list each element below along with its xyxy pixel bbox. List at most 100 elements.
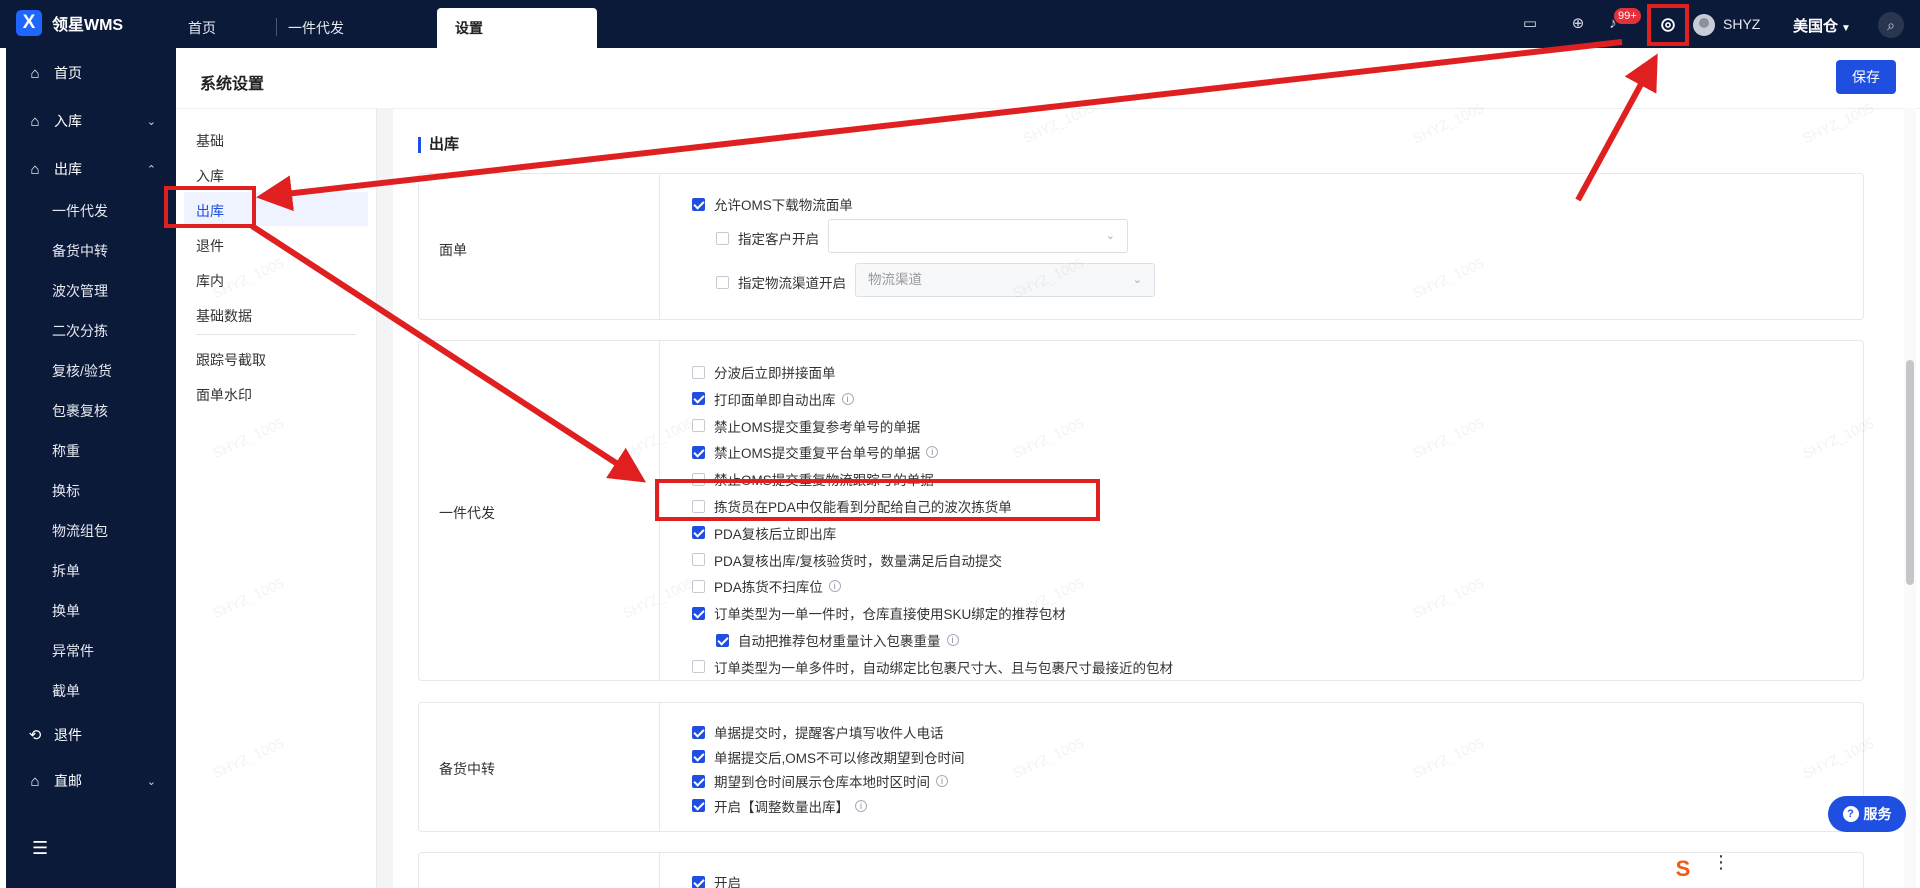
- specify-customer-option[interactable]: 指定客户开启: [716, 228, 819, 248]
- checkbox[interactable]: [692, 750, 705, 763]
- sidebar-item-home[interactable]: ⌂ 首页: [6, 58, 176, 88]
- sidebar-sub-transfer[interactable]: 备货中转: [52, 241, 108, 261]
- service-button[interactable]: ? 服务: [1828, 796, 1906, 832]
- panel-label: 备货中转: [439, 761, 495, 777]
- chevron-up-icon: ⌃: [146, 163, 156, 176]
- chevron-down-icon: ⌄: [1132, 274, 1142, 286]
- sidebar-sub-wave[interactable]: 波次管理: [52, 281, 108, 301]
- settings-menu-basic[interactable]: 基础: [196, 131, 224, 151]
- option-row[interactable]: 禁止OMS提交重复平台单号的单据 i: [692, 442, 939, 462]
- sidebar-sub-sort[interactable]: 二次分拣: [52, 321, 108, 341]
- sogou-input-icon[interactable]: S: [1668, 854, 1698, 884]
- sidebar-sub-exception[interactable]: 异常件: [52, 641, 94, 661]
- option-label: 指定物流渠道开启: [738, 276, 846, 291]
- user-name[interactable]: SHYZ: [1723, 16, 1760, 32]
- sidebar-item-direct-mail[interactable]: ⌂ 直邮 ⌄: [6, 766, 176, 796]
- settings-menu-basic-data[interactable]: 基础数据: [196, 306, 252, 326]
- settings-menu-label-watermark[interactable]: 面单水印: [196, 385, 252, 405]
- checkbox[interactable]: [692, 660, 705, 674]
- enable-option[interactable]: 开启: [692, 872, 741, 888]
- direct-mail-icon: ⌂: [30, 772, 40, 790]
- collapse-menu-icon[interactable]: ☰: [32, 838, 48, 859]
- checkbox[interactable]: [692, 553, 705, 567]
- sidebar-sub-swap[interactable]: 换单: [52, 601, 80, 621]
- sidebar-sub-review[interactable]: 复核/验货: [52, 361, 112, 381]
- sidebar-sub-split[interactable]: 拆单: [52, 561, 80, 581]
- checkbox[interactable]: [692, 799, 705, 812]
- option-row[interactable]: 打印面单即自动出库 i: [692, 389, 854, 409]
- sidebar-sub-relabel[interactable]: 换标: [52, 481, 80, 501]
- option-label: 打印面单即自动出库: [714, 392, 836, 408]
- specify-channel-option[interactable]: 指定物流渠道开启: [716, 272, 846, 292]
- option-row[interactable]: 开启【调整数量出库】 i: [692, 796, 867, 816]
- sidebar-item-label: 出库: [54, 161, 82, 177]
- scrollbar-thumb[interactable]: [1906, 360, 1914, 585]
- checkbox[interactable]: [692, 392, 705, 406]
- avatar[interactable]: [1693, 14, 1715, 36]
- tab-settings[interactable]: 设置: [437, 8, 597, 48]
- option-row[interactable]: PDA复核后立即出库: [692, 523, 836, 543]
- option-label: 开启【调整数量出库】: [714, 799, 849, 815]
- option-label: 分波后立即拼接面单: [714, 366, 836, 381]
- checkbox[interactable]: [692, 365, 705, 379]
- channel-select[interactable]: 物流渠道 ⌄: [855, 263, 1155, 297]
- warehouse-selector[interactable]: 美国仓 ▼: [1793, 15, 1851, 36]
- save-button[interactable]: 保存: [1836, 60, 1896, 94]
- tab-home[interactable]: 首页: [170, 8, 270, 48]
- tab-dropship[interactable]: 一件代发: [270, 8, 390, 48]
- option-row[interactable]: 自动把推荐包材重量计入包裹重量 i: [716, 630, 959, 650]
- search-icon[interactable]: ⌕: [1878, 12, 1904, 38]
- option-row[interactable]: PDA拣货不扫库位 i: [692, 576, 841, 596]
- sidebar-item-returns[interactable]: ⟲ 退件: [6, 720, 176, 750]
- chevron-down-icon: ⌄: [1105, 230, 1115, 242]
- inbox-icon[interactable]: ▭: [1520, 14, 1540, 34]
- sidebar-item-inbound[interactable]: ⌂ 入库 ⌄: [6, 106, 176, 136]
- settings-menu-inbound[interactable]: 入库: [196, 166, 224, 186]
- sidebar-sub-intercept[interactable]: 截单: [52, 681, 80, 701]
- panel-divider: [659, 853, 660, 888]
- gear-icon: [1661, 18, 1675, 32]
- settings-menu-tracking-trim[interactable]: 跟踪号截取: [196, 350, 266, 370]
- checkbox[interactable]: [716, 231, 729, 245]
- checkbox[interactable]: [716, 275, 729, 289]
- option-row[interactable]: 分波后立即拼接面单: [692, 362, 836, 382]
- notification-badge: 99+: [1614, 8, 1641, 24]
- settings-gear-button[interactable]: [1647, 4, 1689, 46]
- info-icon[interactable]: i: [828, 580, 841, 593]
- info-icon[interactable]: i: [855, 799, 867, 812]
- checkbox[interactable]: [692, 725, 705, 739]
- checkbox[interactable]: [716, 633, 729, 647]
- panel-divider: [659, 703, 660, 831]
- settings-menu-returns[interactable]: 退件: [196, 236, 224, 256]
- allow-oms-download-option[interactable]: 允许OMS下载物流面单: [692, 194, 853, 214]
- warehouse-label: 美国仓: [1793, 18, 1839, 35]
- option-row[interactable]: 禁止OMS提交重复参考单号的单据: [692, 416, 920, 436]
- info-icon[interactable]: i: [946, 634, 959, 646]
- info-icon[interactable]: i: [841, 392, 854, 405]
- sidebar-sub-dropship[interactable]: 一件代发: [52, 201, 108, 221]
- sidebar-sub-logistics-group[interactable]: 物流组包: [52, 521, 108, 541]
- app-logo[interactable]: X 领星WMS: [16, 10, 123, 36]
- option-row[interactable]: 单据提交后,OMS不可以修改期望到仓时间: [692, 747, 965, 767]
- option-row[interactable]: 订单类型为一单多件时，自动绑定比包裹尺寸大、且与包裹尺寸最接近的包材: [692, 657, 1173, 677]
- download-icon[interactable]: ⊕: [1568, 14, 1588, 34]
- option-row[interactable]: PDA复核出库/复核验货时，数量满足后自动提交: [692, 550, 1002, 570]
- sidebar-sub-package-review[interactable]: 包裹复核: [52, 401, 108, 421]
- option-row[interactable]: 期望到仓时间展示仓库本地时区时间 i: [692, 771, 948, 791]
- sidebar-sub-weigh[interactable]: 称重: [52, 441, 80, 461]
- customer-select[interactable]: ⌄: [828, 219, 1128, 253]
- checkbox[interactable]: [692, 606, 705, 620]
- checkbox[interactable]: [692, 526, 705, 540]
- option-row[interactable]: 单据提交时，提醒客户填写收件人电话: [692, 722, 944, 742]
- input-method-toggle-icon[interactable]: ⋮: [1712, 852, 1730, 873]
- sidebar-item-outbound[interactable]: ⌂ 出库 ⌃: [6, 154, 176, 184]
- logo-mark-icon: X: [16, 10, 42, 36]
- info-icon[interactable]: i: [936, 775, 948, 787]
- info-icon[interactable]: i: [926, 446, 939, 459]
- return-icon: ⟲: [28, 727, 42, 744]
- checkbox[interactable]: [692, 774, 705, 788]
- checkbox[interactable]: [692, 445, 705, 459]
- checkbox[interactable]: [692, 197, 705, 211]
- watermark: SHYZ_1005: [1410, 99, 1487, 147]
- checkbox[interactable]: [692, 875, 705, 888]
